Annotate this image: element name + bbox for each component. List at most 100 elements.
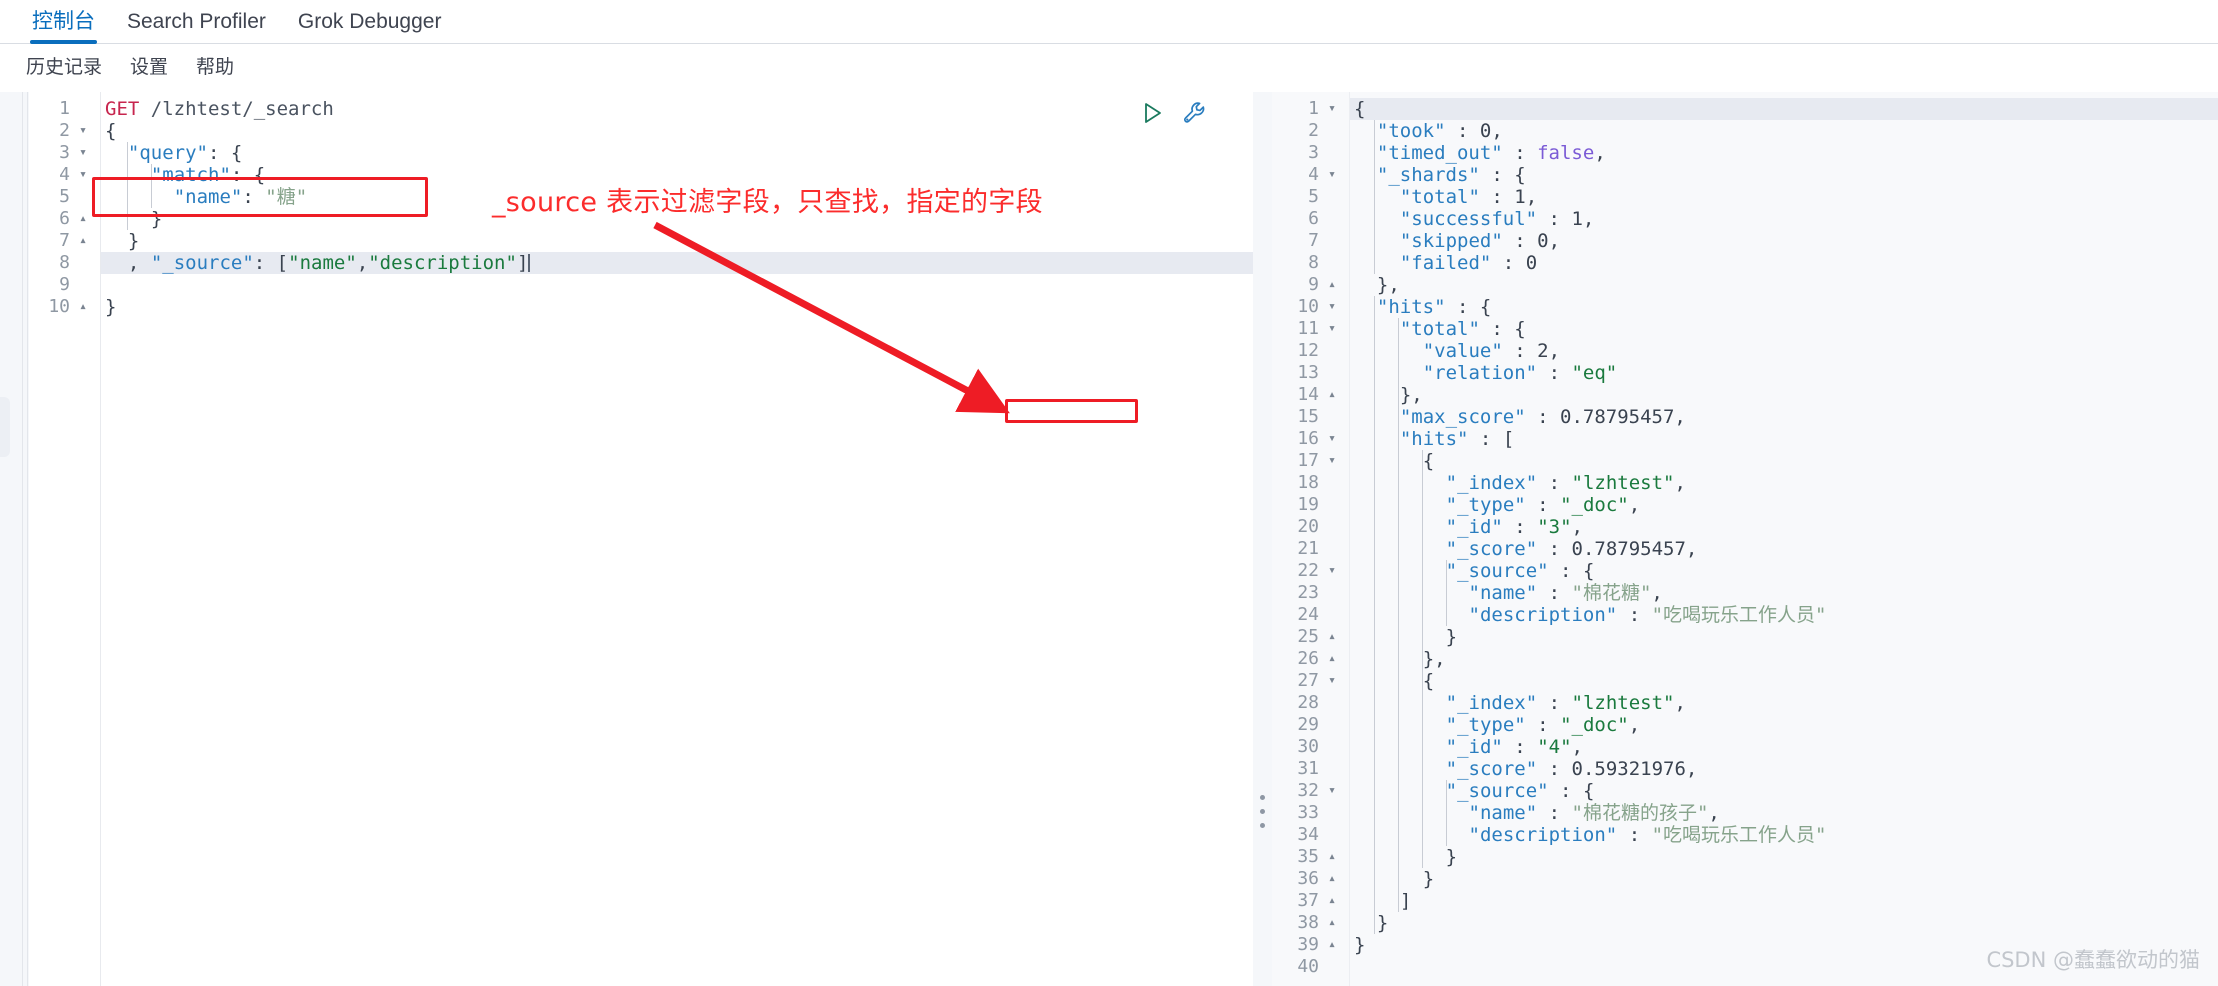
fold-toggle[interactable]: ▴ <box>1325 868 1339 890</box>
code-line[interactable]: } <box>1350 846 2218 868</box>
tab-search-profiler[interactable]: Search Profiler <box>111 0 282 44</box>
code-line[interactable]: "_type" : "_doc", <box>1350 714 2218 736</box>
fold-toggle[interactable]: ▾ <box>1325 296 1339 318</box>
fold-toggle[interactable]: ▴ <box>1325 912 1339 934</box>
code-line[interactable]: "timed_out" : false, <box>1350 142 2218 164</box>
code-line[interactable]: } <box>1350 626 2218 648</box>
code-line[interactable]: "name" : "棉花糖", <box>1350 582 2218 604</box>
code-line[interactable]: "_type" : "_doc", <box>1350 494 2218 516</box>
pane-splitter[interactable] <box>1253 92 1272 986</box>
code-line[interactable]: "max_score" : 0.78795457, <box>1350 406 2218 428</box>
code-line[interactable]: "_id" : "4", <box>1350 736 2218 758</box>
code-line[interactable]: { <box>1350 670 2218 692</box>
code-line[interactable]: "successful" : 1, <box>1350 208 2218 230</box>
fold-toggle[interactable]: ▾ <box>1325 164 1339 186</box>
fold-toggle[interactable]: ▴ <box>1325 934 1339 956</box>
line-number: 6 <box>59 208 70 229</box>
fold-toggle[interactable]: ▴ <box>1325 648 1339 670</box>
fold-toggle[interactable]: ▴ <box>1325 846 1339 868</box>
fold-toggle[interactable]: ▾ <box>76 164 90 186</box>
code-line[interactable] <box>101 274 1253 296</box>
play-icon[interactable] <box>1140 100 1166 126</box>
line-number: 18 <box>1297 472 1319 493</box>
fold-toggle[interactable]: ▴ <box>1325 384 1339 406</box>
fold-toggle[interactable]: ▾ <box>1325 318 1339 340</box>
fold-toggle[interactable]: ▴ <box>76 296 90 318</box>
code-line[interactable]: "description" : "吃喝玩乐工作人员" <box>1350 824 2218 846</box>
fold-toggle[interactable]: ▾ <box>1325 560 1339 582</box>
fold-toggle[interactable]: ▾ <box>76 120 90 142</box>
line-number: 17 <box>1297 450 1319 471</box>
line-number: 13 <box>1297 362 1319 383</box>
code-line[interactable]: "query": { <box>101 142 1253 164</box>
code-line[interactable]: "_score" : 0.78795457, <box>1350 538 2218 560</box>
code-line[interactable]: { <box>1350 450 2218 472</box>
annotation-note: _source 表示过滤字段，只查找，指定的字段 <box>492 187 1043 218</box>
response-viewer-code[interactable]: { "took" : 0, "timed_out" : false, "_sha… <box>1350 92 2218 986</box>
tab-console[interactable]: 控制台 <box>16 0 111 44</box>
code-line[interactable]: "name" : "棉花糖的孩子", <box>1350 802 2218 824</box>
code-line[interactable]: "failed" : 0 <box>1350 252 2218 274</box>
menu-item-settings[interactable]: 设置 <box>116 52 182 79</box>
tab-grok-debugger-label: Grok Debugger <box>297 10 442 33</box>
code-line[interactable]: { <box>101 120 1253 142</box>
code-line[interactable]: GET /lzhtest/_search <box>101 98 1253 120</box>
code-line[interactable]: "relation" : "eq" <box>1350 362 2218 384</box>
line-number: 30 <box>1297 736 1319 757</box>
fold-toggle[interactable]: ▾ <box>1325 428 1339 450</box>
fold-toggle[interactable]: ▴ <box>76 208 90 230</box>
request-editor-pane[interactable]: 1 2 ▾ 3 ▾ 4 ▾ 5 6 ▴ 7 ▴ 8 9 10 ▴ GET /lzhtest/_search{ … <box>29 92 1253 986</box>
collapsed-panel-handle[interactable] <box>0 397 10 457</box>
indent-guide <box>1446 780 1447 846</box>
tab-grok-debugger[interactable]: Grok Debugger <box>282 0 458 44</box>
fold-toggle[interactable]: ▴ <box>1325 274 1339 296</box>
code-line[interactable]: "value" : 2, <box>1350 340 2218 362</box>
code-line[interactable]: "_index" : "lzhtest", <box>1350 692 2218 714</box>
tab-search-profiler-label: Search Profiler <box>127 10 266 33</box>
code-line[interactable]: "_source" : { <box>1350 560 2218 582</box>
menu-item-help-label: 帮助 <box>196 56 235 78</box>
indent-guide <box>1398 318 1399 912</box>
code-line[interactable]: "total" : 1, <box>1350 186 2218 208</box>
code-line[interactable]: } <box>1350 868 2218 890</box>
line-number: 12 <box>1297 340 1319 361</box>
code-line[interactable]: "_id" : "3", <box>1350 516 2218 538</box>
menu-item-history-label: 历史记录 <box>26 56 103 78</box>
code-line[interactable]: ] <box>1350 890 2218 912</box>
code-line[interactable]: "description" : "吃喝玩乐工作人员" <box>1350 604 2218 626</box>
response-viewer-pane[interactable]: 1 ▾ 2 3 4 ▾ 5 6 7 8 9 ▴ 10 ▾ 11 ▾ 12 13 14 ▴ 15 16 ▾ 17 ▾ 18 19 20 2… <box>1272 92 2218 986</box>
code-line[interactable]: }, <box>1350 648 2218 670</box>
fold-toggle[interactable]: ▴ <box>1325 626 1339 648</box>
splitter-drag-handle[interactable] <box>1260 795 1265 828</box>
code-line[interactable]: } <box>101 296 1253 318</box>
fold-toggle[interactable]: ▴ <box>1325 890 1339 912</box>
line-number: 4 <box>59 164 70 185</box>
code-line[interactable]: "hits" : [ <box>1350 428 2218 450</box>
code-line[interactable]: }, <box>1350 274 2218 296</box>
code-line[interactable]: } <box>1350 912 2218 934</box>
code-line[interactable]: "_source" : { <box>1350 780 2218 802</box>
code-line[interactable]: "total" : { <box>1350 318 2218 340</box>
indent-guide <box>151 164 152 208</box>
fold-toggle[interactable]: ▾ <box>1325 670 1339 692</box>
code-line[interactable]: , "_source": ["name","description"] <box>101 252 1253 274</box>
request-editor-code[interactable]: GET /lzhtest/_search{ "query": { "match"… <box>101 92 1253 986</box>
code-line[interactable]: "_shards" : { <box>1350 164 2218 186</box>
code-line[interactable]: }, <box>1350 384 2218 406</box>
fold-toggle[interactable]: ▾ <box>1325 98 1339 120</box>
code-line[interactable]: "_index" : "lzhtest", <box>1350 472 2218 494</box>
code-line[interactable]: "hits" : { <box>1350 296 2218 318</box>
code-line[interactable]: { <box>1350 98 2218 120</box>
fold-toggle[interactable]: ▾ <box>1325 780 1339 802</box>
fold-toggle[interactable]: ▾ <box>76 142 90 164</box>
code-line[interactable]: "skipped" : 0, <box>1350 230 2218 252</box>
wrench-icon[interactable] <box>1182 100 1208 126</box>
code-line[interactable]: "_score" : 0.59321976, <box>1350 758 2218 780</box>
menu-item-history[interactable]: 历史记录 <box>12 52 116 79</box>
menu-item-help[interactable]: 帮助 <box>182 52 248 79</box>
code-line[interactable]: } <box>101 230 1253 252</box>
code-line[interactable]: "took" : 0, <box>1350 120 2218 142</box>
fold-toggle[interactable]: ▴ <box>76 230 90 252</box>
line-number: 29 <box>1297 714 1319 735</box>
fold-toggle[interactable]: ▾ <box>1325 450 1339 472</box>
